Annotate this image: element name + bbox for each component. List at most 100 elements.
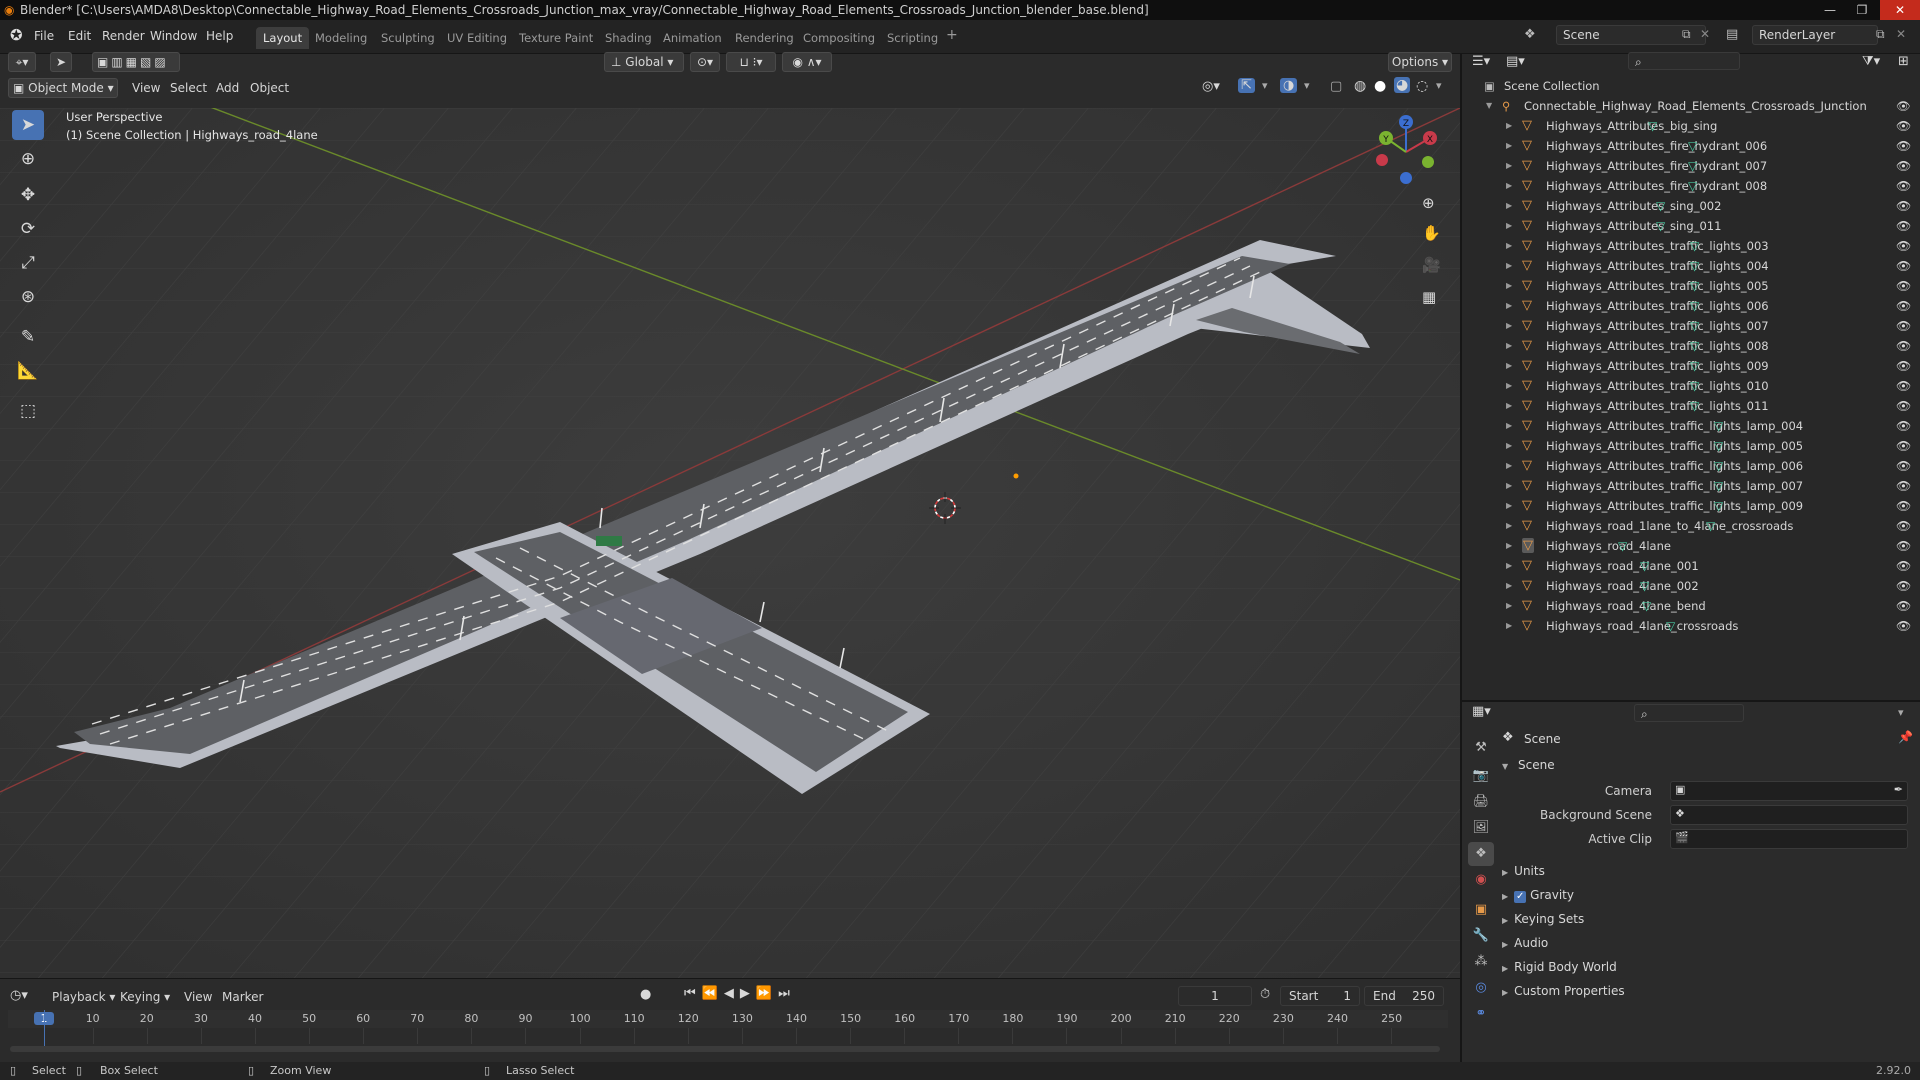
tab-compositing[interactable]: Compositing bbox=[796, 27, 882, 49]
pan-hand-icon[interactable]: ✋ bbox=[1422, 224, 1441, 242]
outliner-item[interactable]: ▶ ▽ Highways_Attributes_big_sing ▽ 👁 bbox=[1462, 116, 1920, 136]
eye-icon[interactable]: 👁 bbox=[1896, 356, 1911, 376]
gravity-checkbox[interactable]: ✓ bbox=[1514, 891, 1527, 903]
outliner-item[interactable]: ▶ ▽ Highways_Attributes_traffic_lights_003… bbox=[1462, 236, 1920, 256]
display-mode-icon[interactable]: ▤▾ bbox=[1506, 54, 1525, 69]
tab-shading[interactable]: Shading bbox=[598, 27, 659, 49]
viewport-menu-object[interactable]: Object bbox=[250, 79, 289, 97]
tab-sculpting[interactable]: Sculpting bbox=[374, 27, 442, 49]
outliner-item[interactable]: ▶ ▽ Highways_Attributes_fire_hydrant_006 ▽ 👁 bbox=[1462, 136, 1920, 156]
tab-tool[interactable]: ⚒ bbox=[1468, 736, 1494, 760]
tab-modeling[interactable]: Modeling bbox=[308, 27, 374, 49]
eye-icon[interactable]: 👁 bbox=[1896, 496, 1911, 516]
tab-modifiers[interactable]: 🔧 bbox=[1468, 924, 1494, 948]
maximize-icon[interactable]: ❐ bbox=[1848, 0, 1876, 20]
outliner-item[interactable]: ▶ ▽ Highways_Attributes_fire_hydrant_008 ▽ 👁 bbox=[1462, 176, 1920, 196]
eye-icon[interactable]: 👁 bbox=[1896, 516, 1911, 536]
expand-arrow-icon[interactable]: ▶ bbox=[1506, 216, 1512, 236]
blender-menu-icon[interactable]: ✪ bbox=[10, 26, 23, 44]
tab-particles[interactable]: ⁂ bbox=[1468, 950, 1494, 974]
mesh-data-icon[interactable]: ▽ bbox=[1690, 236, 1699, 256]
timeline-menu-marker[interactable]: Marker bbox=[222, 988, 263, 1006]
perspective-toggle-icon[interactable]: ▦ bbox=[1422, 288, 1436, 306]
outliner-item[interactable]: ▶ ▽ Highways_Attributes_traffic_lights_lam… bbox=[1462, 436, 1920, 456]
expand-arrow-icon[interactable]: ▼ bbox=[1486, 96, 1492, 116]
add-workspace-icon[interactable]: + bbox=[946, 27, 958, 43]
expand-arrow-icon[interactable]: ▶ bbox=[1506, 496, 1512, 516]
eye-icon[interactable]: 👁 bbox=[1896, 396, 1911, 416]
wireframe-shading-icon[interactable]: ◍ bbox=[1354, 78, 1366, 94]
menu-edit[interactable]: Edit bbox=[68, 27, 91, 45]
outliner-item[interactable]: ▶ ▽ Highways_Attributes_traffic_lights_004… bbox=[1462, 256, 1920, 276]
mesh-data-icon[interactable]: ▽ bbox=[1688, 176, 1697, 196]
measure-tool[interactable]: 📐 bbox=[12, 356, 44, 386]
expand-arrow-icon[interactable]: ▶ bbox=[1506, 456, 1512, 476]
properties-options-icon[interactable]: ▾ bbox=[1898, 706, 1904, 719]
tab-layout[interactable]: Layout bbox=[256, 27, 310, 49]
viewport-menu-add[interactable]: Add bbox=[216, 79, 239, 97]
overlays-dropdown-icon[interactable]: ▾ bbox=[1304, 79, 1310, 92]
current-frame-field[interactable]: 1 bbox=[1178, 986, 1252, 1006]
eye-icon[interactable]: 👁 bbox=[1896, 596, 1911, 616]
mesh-data-icon[interactable]: ▽ bbox=[1690, 376, 1699, 396]
shading-dropdown-icon[interactable]: ▾ bbox=[1436, 79, 1442, 92]
expand-arrow-icon[interactable]: ▶ bbox=[1506, 356, 1512, 376]
outliner-item[interactable]: ▶ ▽ Highways_road_1lane_to_4lane_crossroad… bbox=[1462, 516, 1920, 536]
preview-range-icon[interactable]: ⏱ bbox=[1260, 987, 1270, 1002]
properties-search-field[interactable]: ⌕ bbox=[1634, 704, 1744, 722]
outliner-item[interactable]: ▶ ▽ Highways_Attributes_traffic_lights_lam… bbox=[1462, 416, 1920, 436]
eye-icon[interactable]: 👁 bbox=[1896, 176, 1911, 196]
tab-texture-paint[interactable]: Texture Paint bbox=[512, 27, 600, 49]
outliner-item[interactable]: ▶ ▽ Highways_road_4lane_002 ▽ 👁 bbox=[1462, 576, 1920, 596]
eye-icon[interactable]: 👁 bbox=[1896, 416, 1911, 436]
tab-uv-editing[interactable]: UV Editing bbox=[440, 27, 514, 49]
mesh-data-icon[interactable]: ▽ bbox=[1656, 216, 1665, 236]
expand-arrow-icon[interactable]: ▶ bbox=[1506, 376, 1512, 396]
select-tool-icon[interactable]: ➤ bbox=[50, 52, 72, 72]
editor-type-icon[interactable]: ⌖▾ bbox=[8, 52, 36, 72]
solid-shading-icon[interactable]: ● bbox=[1374, 78, 1386, 94]
gizmo-dropdown-icon[interactable]: ▾ bbox=[1262, 79, 1268, 92]
tab-constraints[interactable]: ⚭ bbox=[1468, 1002, 1494, 1026]
properties-section[interactable]: ▶ Rigid Body World bbox=[1502, 956, 1617, 978]
outliner-item[interactable]: ▶ ▽ Highways_Attributes_sing_011 ▽ 👁 bbox=[1462, 216, 1920, 236]
mesh-data-icon[interactable]: ▽ bbox=[1642, 596, 1651, 616]
outliner-item[interactable]: ▶ ▽ Highways_road_4lane_bend ▽ 👁 bbox=[1462, 596, 1920, 616]
eye-icon[interactable]: 👁 bbox=[1896, 256, 1911, 276]
tab-object[interactable]: ▣ bbox=[1468, 898, 1494, 922]
eye-icon[interactable]: 👁 bbox=[1896, 476, 1911, 496]
mesh-data-icon[interactable]: ▽ bbox=[1714, 476, 1723, 496]
mesh-data-icon[interactable]: ▽ bbox=[1640, 556, 1649, 576]
eye-icon[interactable]: 👁 bbox=[1896, 616, 1911, 636]
outliner-search-field[interactable]: ⌕ bbox=[1628, 52, 1740, 70]
camera-field[interactable]: ▣ ✒ bbox=[1670, 781, 1908, 801]
expand-arrow-icon[interactable]: ▶ bbox=[1506, 396, 1512, 416]
outliner-item[interactable]: ▶ ▽ Highways_Attributes_sing_002 ▽ 👁 bbox=[1462, 196, 1920, 216]
eye-icon[interactable]: 👁 bbox=[1896, 556, 1911, 576]
outliner-item[interactable]: ▶ ▽ Highways_Attributes_traffic_lights_lam… bbox=[1462, 496, 1920, 516]
minimize-icon[interactable]: — bbox=[1816, 0, 1844, 20]
expand-arrow-icon[interactable]: ▶ bbox=[1506, 236, 1512, 256]
active-clip-field[interactable]: 🎬 bbox=[1670, 829, 1908, 849]
viewport-canvas[interactable]: Z X Y bbox=[0, 108, 1460, 978]
gizmo-toggle-icon[interactable]: ⇱ bbox=[1238, 78, 1255, 93]
eye-icon[interactable]: 👁 bbox=[1896, 336, 1911, 356]
overlays-toggle-icon[interactable]: ◑ bbox=[1280, 78, 1298, 93]
select-box-tool[interactable]: ➤ bbox=[12, 110, 44, 140]
move-tool[interactable]: ✥ bbox=[12, 180, 44, 210]
eyedropper-icon[interactable]: ✒ bbox=[1894, 783, 1903, 796]
playback-controls-icon[interactable]: ⏮⏪◀▶⏩⏭ bbox=[684, 986, 796, 1001]
timeline-menu-playback[interactable]: Playback ▾ bbox=[52, 988, 115, 1006]
eye-icon[interactable]: 👁 bbox=[1896, 296, 1911, 316]
expand-arrow-icon[interactable]: ▶ bbox=[1506, 296, 1512, 316]
eye-icon[interactable]: 👁 bbox=[1896, 276, 1911, 296]
outliner-item[interactable]: ▶ ▽ Highways_road_4lane_crossroads ▽ 👁 bbox=[1462, 616, 1920, 636]
mesh-data-icon[interactable]: ▽ bbox=[1714, 456, 1723, 476]
mesh-data-icon[interactable]: ▽ bbox=[1714, 496, 1723, 516]
outliner-item[interactable]: ▶ ▽ Highways_Attributes_traffic_lights_006… bbox=[1462, 296, 1920, 316]
new-renderlayer-icon[interactable]: ⧉ bbox=[1876, 27, 1885, 42]
camera-view-icon[interactable]: 🎥 bbox=[1422, 256, 1441, 274]
outliner-item[interactable]: ▶ ▽ Highways_Attributes_fire_hydrant_007 ▽ 👁 bbox=[1462, 156, 1920, 176]
rendered-shading-icon[interactable]: ◌ bbox=[1416, 78, 1428, 94]
mesh-data-icon[interactable]: ▽ bbox=[1688, 156, 1697, 176]
